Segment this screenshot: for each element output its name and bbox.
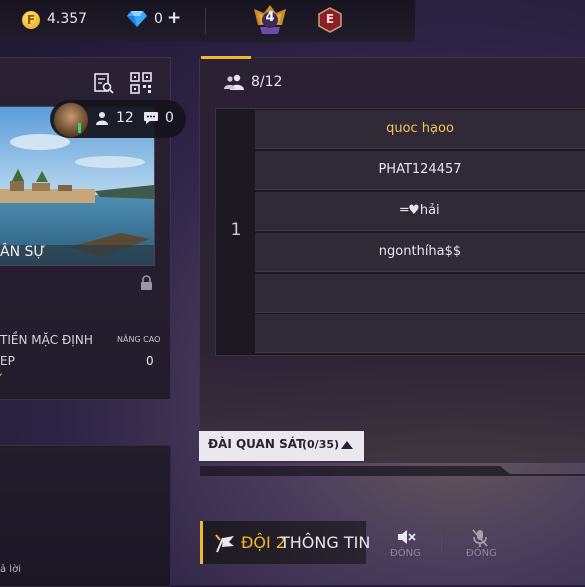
observer-label: ĐÀI QUAN SÁT: [208, 437, 305, 451]
tab-accent: [201, 56, 251, 59]
mic-label: ĐÓNG: [466, 548, 497, 559]
diamond-value: 0: [154, 11, 163, 27]
speaker-label: ĐÓNG: [390, 548, 421, 559]
team-member-count: 8/12: [251, 74, 283, 90]
player-slot-5[interactable]: [255, 274, 585, 313]
player-slot-3[interactable]: ═♥hải: [255, 192, 585, 231]
player-slot-1[interactable]: quoc hạoo: [255, 110, 585, 149]
team-number: 1: [230, 220, 242, 240]
mic-muted-icon[interactable]: [470, 528, 490, 548]
team-info-label: THÔNG TIN: [280, 533, 371, 552]
ep-label: EP: [0, 354, 15, 368]
default-setting-label: TIỀN MẶC ĐỊNH: [0, 333, 93, 347]
chat-count: 0: [165, 110, 174, 126]
rank-number: 4: [265, 10, 275, 25]
person-icon: [96, 112, 108, 125]
chat-hint-text: ả lời: [0, 564, 21, 575]
advanced-setting-button[interactable]: NÂNG CAO: [117, 335, 160, 344]
divider: [205, 8, 206, 34]
detail-search-icon[interactable]: [92, 72, 114, 94]
chevron-icon: ✓: [0, 370, 4, 384]
chat-panel: [0, 445, 171, 587]
diamond-icon: [127, 11, 147, 27]
speaker-muted-icon[interactable]: [396, 527, 416, 547]
coin-value: 4.357: [47, 11, 88, 27]
divider: [441, 528, 442, 552]
observer-count: (0/35): [302, 438, 340, 451]
player-slot-6[interactable]: [255, 314, 585, 353]
player-slot-2[interactable]: PHAT124457: [255, 151, 585, 190]
player-count: 12: [116, 110, 134, 126]
team-flag-icon: [215, 534, 234, 553]
panel-edge: [200, 466, 585, 476]
top-up-button[interactable]: +: [167, 8, 181, 28]
e-badge-letter: E: [325, 12, 335, 26]
avatar[interactable]: [53, 102, 89, 138]
chat-icon[interactable]: [143, 111, 159, 125]
ep-value: 0: [146, 354, 154, 368]
group-icon: [224, 74, 244, 90]
lock-icon: [141, 275, 152, 290]
qr-code-icon[interactable]: [130, 72, 152, 94]
triangle-up-icon: [341, 441, 353, 449]
player-slot-4[interactable]: ngonthíha$$: [255, 233, 585, 272]
signal-bar: [78, 123, 81, 133]
coin-icon: F: [22, 11, 40, 29]
map-name: ÂN SỰ: [0, 244, 46, 260]
